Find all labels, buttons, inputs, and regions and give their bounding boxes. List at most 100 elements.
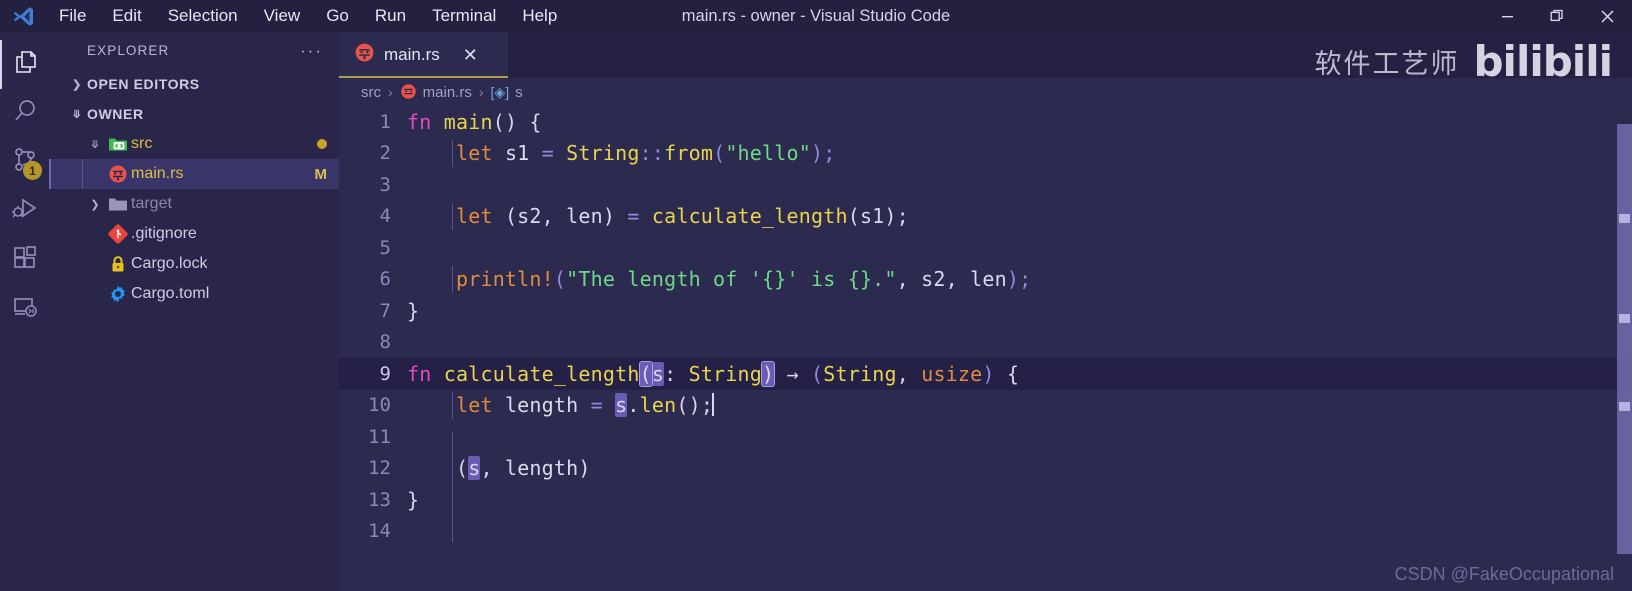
code-line[interactable]: 13 }	[339, 484, 1632, 516]
tab-main-rs[interactable]: main.rs ✕	[339, 32, 509, 78]
menu-bar[interactable]: File Edit Selection View Go Run Terminal…	[46, 0, 570, 32]
tree-item-src[interactable]: ⤋ src	[49, 129, 339, 159]
section-owner[interactable]: ⤋ OWNER	[49, 99, 339, 129]
token-bracket-match-close: )	[761, 360, 776, 387]
code-line[interactable]: 8	[339, 327, 1632, 359]
menu-view[interactable]: View	[251, 3, 314, 29]
token-macro-args: , s2, len	[896, 267, 1007, 292]
editor-tab-bar: main.rs ✕	[339, 32, 1632, 78]
code-line[interactable]: 10 let length = s.len();	[339, 390, 1632, 422]
token-brace-open: {	[994, 361, 1020, 386]
line-number: 5	[379, 236, 391, 259]
tree-item-cargo-toml-label: Cargo.toml	[131, 285, 210, 302]
tree-item-src-label: src	[131, 135, 153, 152]
code-line[interactable]: 3	[339, 169, 1632, 201]
token-paren-close: );	[811, 141, 836, 166]
rust-file-icon	[105, 164, 131, 184]
line-number: 7	[379, 299, 391, 322]
menu-file[interactable]: File	[46, 3, 99, 29]
section-open-editors[interactable]: ❯ OPEN EDITORS	[49, 69, 339, 99]
token-assign: =	[590, 393, 616, 418]
token-length: length	[492, 393, 591, 418]
code-content: (s, length)	[407, 456, 591, 481]
line-number: 14	[368, 520, 391, 543]
activitybar-item-extensions[interactable]	[0, 236, 49, 285]
menu-run[interactable]: Run	[362, 3, 419, 29]
menu-selection[interactable]: Selection	[155, 3, 251, 29]
explorer-title: EXPLORER	[87, 43, 170, 58]
activitybar-item-remote-explorer[interactable]	[0, 285, 49, 334]
code-line[interactable]: 7 }	[339, 295, 1632, 327]
code-content: let s1 = String::from("hello");	[407, 141, 835, 165]
token-colon: :	[664, 361, 689, 386]
token-s1: s1	[492, 141, 542, 166]
window-controls[interactable]	[1482, 0, 1632, 32]
close-icon[interactable]: ✕	[463, 46, 478, 64]
code-line[interactable]: 12 (s, length)	[339, 453, 1632, 485]
section-open-editors-label: OPEN EDITORS	[87, 76, 200, 92]
code-line-current[interactable]: 9 fn calculate_length(s: String) → (Stri…	[339, 358, 1632, 390]
line-number: 4	[379, 205, 391, 228]
search-icon	[11, 97, 39, 130]
rust-file-icon	[354, 42, 375, 68]
token-String: String	[688, 361, 763, 386]
symbol-variable-icon: [◈]	[490, 83, 510, 100]
token-assign: =	[627, 204, 652, 229]
indent-guide	[452, 454, 453, 482]
code-line[interactable]: 5	[339, 232, 1632, 264]
code-line[interactable]: 1 fn main() {	[339, 106, 1632, 138]
line-number: 10	[368, 394, 391, 417]
breadcrumb-separator-icon: ›	[388, 84, 393, 100]
token-bracket-match-open: (	[638, 360, 653, 387]
restore-button[interactable]	[1532, 0, 1582, 32]
token-usize: usize	[921, 361, 983, 386]
menu-help[interactable]: Help	[509, 3, 570, 29]
breadcrumb-item-src[interactable]: src	[361, 84, 381, 101]
token-string-hello: "hello"	[725, 141, 811, 166]
menu-edit[interactable]: Edit	[99, 3, 154, 29]
token-comma: ,	[896, 361, 922, 386]
indent-guide	[452, 265, 453, 293]
chevron-right-icon: ❯	[90, 198, 100, 211]
scrollbar-thumb[interactable]	[1617, 124, 1632, 554]
tree-item-cargo-toml[interactable]: Cargo.toml	[49, 279, 339, 309]
activitybar-item-source-control[interactable]: 1	[0, 138, 49, 187]
tree-item-gitignore[interactable]: .gitignore	[49, 219, 339, 249]
code-line[interactable]: 6 println!("The length of '{}' is {}.", …	[339, 264, 1632, 296]
folder-src-icon	[105, 135, 131, 153]
minimize-button[interactable]	[1482, 0, 1532, 32]
breadcrumb-item-main-rs[interactable]: main.rs	[400, 83, 472, 101]
code-editor[interactable]: 1 fn main() { 2 let s1 = String::from("h…	[339, 106, 1632, 591]
code-content: let length = s.len();	[407, 393, 715, 418]
lock-icon	[105, 254, 131, 274]
activity-bar: 1	[0, 32, 49, 591]
menu-terminal[interactable]: Terminal	[419, 3, 509, 29]
code-line[interactable]: 14	[339, 516, 1632, 548]
line-number: 9	[379, 362, 391, 385]
tree-item-target[interactable]: ❯ target	[49, 189, 339, 219]
token-tuple-rest: , length)	[480, 456, 591, 481]
code-line[interactable]: 4 let (s2, len) = calculate_length(s1);	[339, 201, 1632, 233]
code-line[interactable]: 2 let s1 = String::from("hello");	[339, 138, 1632, 170]
breadcrumb: src › main.rs › [◈] s	[339, 78, 1632, 106]
editor-area: main.rs ✕ src › main.rs › [◈] s 1 fn mai…	[339, 32, 1632, 591]
vscode-logo	[0, 0, 46, 32]
menu-go[interactable]: Go	[313, 3, 362, 29]
activitybar-item-search[interactable]	[0, 89, 49, 138]
code-content: let (s2, len) = calculate_length(s1);	[407, 204, 909, 228]
tree-item-main-rs[interactable]: main.rs M	[49, 159, 339, 189]
files-icon	[12, 48, 40, 81]
token-format-string: "The length of '{}' is {}."	[566, 267, 897, 292]
activitybar-item-explorer[interactable]	[0, 40, 49, 89]
close-button[interactable]	[1582, 0, 1632, 32]
more-actions-icon[interactable]: ···	[300, 41, 323, 61]
token-calculate-length: calculate_length	[431, 361, 640, 386]
token-dot: .	[627, 393, 640, 418]
tree-item-cargo-lock[interactable]: Cargo.lock	[49, 249, 339, 279]
vertical-scrollbar[interactable]	[1617, 106, 1632, 591]
chevron-down-icon: ⤋	[90, 138, 100, 151]
code-line[interactable]: 11	[339, 421, 1632, 453]
breadcrumb-symbol-label: s	[515, 83, 523, 101]
activitybar-item-run-and-debug[interactable]	[0, 187, 49, 236]
breadcrumb-item-symbol-s[interactable]: [◈] s	[491, 84, 523, 101]
